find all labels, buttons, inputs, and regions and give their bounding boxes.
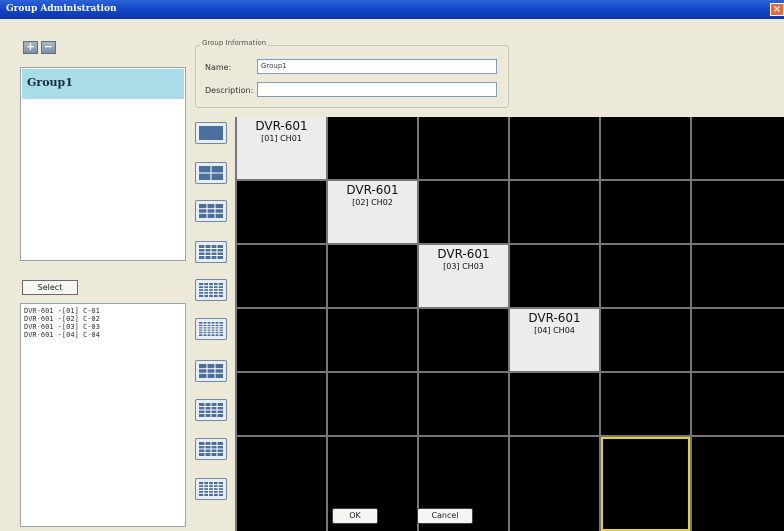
grid-cell[interactable] xyxy=(510,437,599,531)
channel-list-item[interactable]: DVR-601 -[04] C-04 xyxy=(24,331,185,339)
grid-cell[interactable] xyxy=(601,117,690,179)
grid-cell[interactable] xyxy=(237,181,326,243)
cell-device-name: DVR-601 xyxy=(346,183,399,197)
layout-button[interactable] xyxy=(195,241,227,263)
layout-3x3-icon xyxy=(199,204,223,218)
select-button[interactable]: Select xyxy=(22,280,78,295)
grid-cell[interactable] xyxy=(237,245,326,307)
channel-list[interactable]: DVR-601 -[01] C-01 DVR-601 -[02] C-02 DV… xyxy=(20,303,186,527)
remove-group-button[interactable]: − xyxy=(41,41,56,54)
layout-1plus9-icon xyxy=(199,442,223,456)
layout-button[interactable] xyxy=(195,279,227,301)
cell-channel-label: [01] CH01 xyxy=(261,134,302,143)
ok-button[interactable]: OK xyxy=(332,508,378,524)
grid-cell[interactable] xyxy=(237,309,326,371)
grid-cell[interactable] xyxy=(419,309,508,371)
layout-6x6-icon xyxy=(199,322,223,336)
grid-cell[interactable] xyxy=(692,437,784,531)
grid-cell[interactable]: DVR-601 [02] CH02 xyxy=(328,181,417,243)
grid-cell[interactable] xyxy=(601,437,690,531)
group-list[interactable]: Group1 xyxy=(20,67,186,261)
close-button[interactable]: × xyxy=(770,3,784,16)
cell-device-name: DVR-601 xyxy=(528,311,581,325)
layout-button[interactable] xyxy=(195,200,227,222)
layout-button[interactable] xyxy=(195,122,227,144)
cell-channel-label: [02] CH02 xyxy=(352,198,393,207)
layout-button[interactable] xyxy=(195,360,227,382)
grid-cell[interactable] xyxy=(328,117,417,179)
description-input[interactable] xyxy=(257,82,497,97)
layout-1x1-icon xyxy=(199,126,223,140)
cell-channel-label: [03] CH03 xyxy=(443,262,484,271)
grid-cell[interactable] xyxy=(601,245,690,307)
grid-cell[interactable] xyxy=(692,117,784,179)
name-label: Name: xyxy=(205,63,232,72)
grid-cell[interactable] xyxy=(510,373,599,435)
layout-5x5-icon xyxy=(199,283,223,297)
cell-channel-label: [04] CH04 xyxy=(534,326,575,335)
title-bar: Group Administration × xyxy=(0,0,784,19)
description-label: Description: xyxy=(205,86,254,95)
group-info-legend: Group Information xyxy=(200,39,269,47)
layout-button[interactable] xyxy=(195,318,227,340)
layout-button[interactable] xyxy=(195,478,227,500)
layout-1plus7-icon xyxy=(199,403,223,417)
grid-cell[interactable] xyxy=(601,373,690,435)
grid-cell[interactable] xyxy=(692,373,784,435)
cell-device-name: DVR-601 xyxy=(255,119,308,133)
grid-cell[interactable]: DVR-601 [01] CH01 xyxy=(237,117,326,179)
grid-cell[interactable] xyxy=(692,245,784,307)
grid-cell[interactable] xyxy=(510,181,599,243)
group-info-panel xyxy=(195,45,509,108)
cancel-button[interactable]: Cancel xyxy=(417,508,473,524)
window-title: Group Administration xyxy=(6,4,117,14)
grid-cell[interactable]: DVR-601 [03] CH03 xyxy=(419,245,508,307)
layout-1plus12-icon xyxy=(199,482,223,496)
grid-cell[interactable] xyxy=(328,245,417,307)
layout-4x4-icon xyxy=(199,245,223,259)
layout-button[interactable] xyxy=(195,399,227,421)
layout-button[interactable] xyxy=(195,438,227,460)
grid-cell[interactable] xyxy=(419,117,508,179)
grid-cell[interactable] xyxy=(692,181,784,243)
grid-cell[interactable] xyxy=(692,309,784,371)
group-list-item[interactable]: Group1 xyxy=(22,69,184,99)
add-group-button[interactable]: + xyxy=(23,41,38,54)
layout-2x2-icon xyxy=(199,166,223,180)
grid-cell[interactable] xyxy=(237,373,326,435)
grid-cell[interactable] xyxy=(419,181,508,243)
grid-cell[interactable] xyxy=(510,117,599,179)
layout-1plus5-icon xyxy=(199,364,223,378)
grid-cell[interactable] xyxy=(419,373,508,435)
grid-cell[interactable] xyxy=(328,309,417,371)
grid-cell[interactable] xyxy=(328,373,417,435)
grid-cell[interactable] xyxy=(510,245,599,307)
layout-button[interactable] xyxy=(195,162,227,184)
channel-list-item[interactable]: DVR-601 -[01] C-01 xyxy=(24,307,185,315)
grid-cell[interactable]: DVR-601 [04] CH04 xyxy=(510,309,599,371)
channel-list-item[interactable]: DVR-601 -[02] C-02 xyxy=(24,315,185,323)
channel-list-item[interactable]: DVR-601 -[03] C-03 xyxy=(24,323,185,331)
grid-cell[interactable] xyxy=(237,437,326,531)
name-input[interactable]: Group1 xyxy=(257,59,497,74)
cell-device-name: DVR-601 xyxy=(437,247,490,261)
channel-grid: DVR-601 [01] CH01 DVR-601 [02] CH02 DVR-601[… xyxy=(235,117,784,531)
grid-cell[interactable] xyxy=(601,309,690,371)
grid-cell[interactable] xyxy=(601,181,690,243)
